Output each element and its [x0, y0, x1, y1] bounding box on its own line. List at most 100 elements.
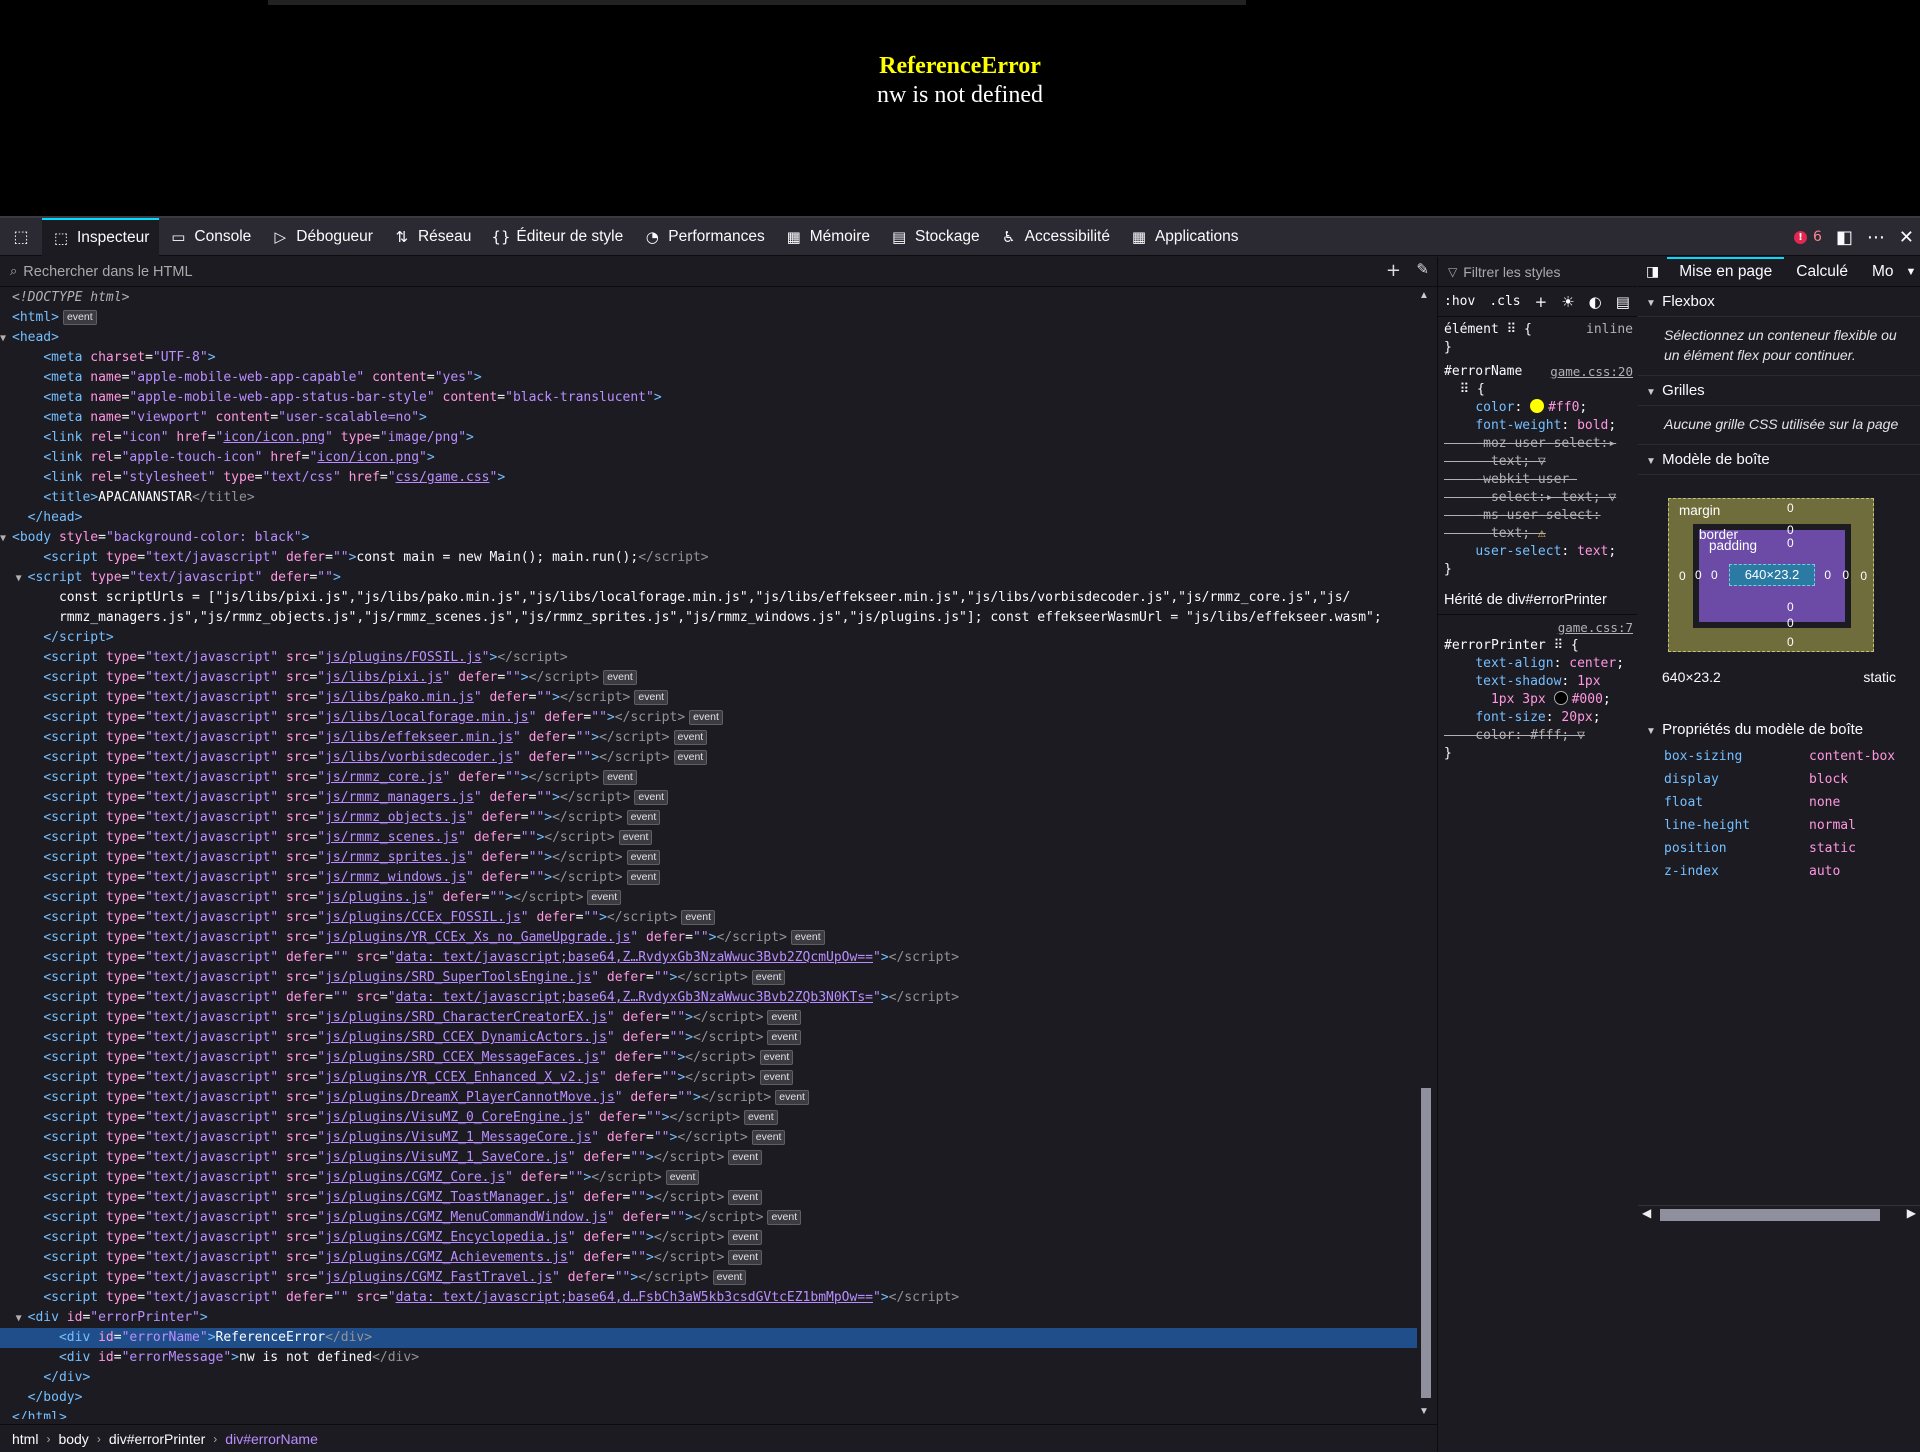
padding-bottom[interactable]: 0	[1787, 600, 1794, 614]
tree-node[interactable]: </div>	[0, 1368, 1417, 1388]
tree-node[interactable]: <script type="text/javascript" src="js/p…	[0, 888, 1417, 908]
event-badge[interactable]: event	[673, 750, 708, 765]
event-badge[interactable]: event	[673, 730, 708, 745]
event-badge[interactable]: event	[759, 1070, 794, 1085]
tree-node[interactable]: ▼ <script type="text/javascript" defer=""…	[0, 568, 1417, 588]
tree-node[interactable]: <script type="text/javascript" src="js/p…	[0, 1008, 1417, 1028]
breadcrumb-item[interactable]: body	[58, 1431, 88, 1447]
light-scheme-icon[interactable]: ☀	[1561, 293, 1574, 311]
dark-scheme-icon[interactable]: ◐	[1589, 293, 1602, 311]
markup-scrollbar[interactable]: ▲ ▼	[1418, 288, 1434, 1419]
color-swatch[interactable]	[1530, 399, 1545, 413]
html-tree[interactable]: <!DOCTYPE html> <html> event ▼ <head> <meta…	[0, 288, 1417, 1419]
event-badge[interactable]: event	[626, 810, 661, 825]
event-badge[interactable]: event	[767, 1210, 802, 1225]
tree-node[interactable]: <script type="text/javascript" src="js/p…	[0, 968, 1417, 988]
tree-node[interactable]: <script type="text/javascript" src="js/p…	[0, 1268, 1417, 1288]
dock-icon[interactable]: ◧	[1836, 227, 1853, 248]
margin-top[interactable]: 0	[1787, 501, 1794, 515]
tree-node[interactable]: <script type="text/javascript" src="js/r…	[0, 788, 1417, 808]
tree-node[interactable]: <link rel="icon" href="icon/icon.png" ty…	[0, 428, 1417, 448]
close-icon[interactable]: ✕	[1899, 227, 1914, 248]
tree-node[interactable]: </body>	[0, 1388, 1417, 1408]
tree-node[interactable]: </head>	[0, 508, 1417, 528]
expand-toggle-icon[interactable]: ▼	[16, 569, 28, 589]
border-bottom[interactable]: 0	[1787, 616, 1794, 630]
tree-node[interactable]: <script type="text/javascript" src="js/r…	[0, 808, 1417, 828]
tabs-overflow-icon[interactable]: ▼	[1906, 266, 1917, 278]
event-badge[interactable]: event	[790, 930, 825, 945]
margin-right[interactable]: 0	[1860, 569, 1867, 583]
tree-node[interactable]: <link rel="stylesheet" type="text/css" h…	[0, 468, 1417, 488]
tree-node[interactable]: <script type="text/javascript" src="js/r…	[0, 848, 1417, 868]
tree-node[interactable]: ▼ <head>	[0, 328, 1417, 348]
event-badge[interactable]: event	[743, 1110, 778, 1125]
expand-toggle-icon[interactable]: ▼	[0, 529, 12, 549]
tree-node[interactable]: <script type="text/javascript" defer="" …	[0, 1288, 1417, 1308]
scroll-up-icon[interactable]: ▲	[1419, 290, 1429, 301]
breadcrumb-item[interactable]: div#errorPrinter	[109, 1431, 205, 1447]
more-options-icon[interactable]: ⋯	[1867, 227, 1885, 248]
event-badge[interactable]: event	[728, 1150, 762, 1165]
event-badge[interactable]: event	[603, 770, 637, 785]
hscroll-thumb[interactable]	[1660, 1209, 1880, 1221]
event-badge[interactable]: event	[728, 1190, 762, 1205]
event-badge[interactable]: event	[775, 1090, 809, 1105]
error-count-badge[interactable]: ! 6	[1793, 229, 1822, 245]
tree-node[interactable]: <script type="text/javascript" src="js/p…	[0, 1108, 1417, 1128]
flexbox-section-header[interactable]: ▼ Flexbox	[1638, 287, 1920, 317]
event-badge[interactable]: event	[681, 910, 716, 925]
print-media-icon[interactable]: ▤	[1616, 293, 1630, 311]
tab-calcule[interactable]: Calculé	[1784, 257, 1860, 287]
event-badge[interactable]: event	[618, 830, 653, 845]
tree-node[interactable]: </html>	[0, 1408, 1417, 1419]
tree-node[interactable]: <script type="text/javascript" src="js/r…	[0, 868, 1417, 888]
tree-node[interactable]: <meta charset="UTF-8">	[0, 348, 1417, 368]
text-node[interactable]: rmmz_managers.js","js/rmmz_objects.js","…	[0, 608, 1417, 628]
event-badge[interactable]: event	[626, 870, 661, 885]
scroll-right-icon[interactable]: ▶	[1907, 1206, 1916, 1220]
tree-node[interactable]: <div id="errorName">ReferenceError</div>	[0, 1328, 1417, 1348]
tab-more[interactable]: Mo	[1860, 257, 1906, 287]
breadcrumb-item[interactable]: html	[12, 1431, 38, 1447]
tree-node[interactable]: <meta name="apple-mobile-web-app-capable…	[0, 368, 1417, 388]
tree-node[interactable]: <!DOCTYPE html>	[0, 288, 1417, 308]
event-badge[interactable]: event	[728, 1230, 762, 1245]
filter-input[interactable]: Filtrer les styles	[1463, 264, 1560, 280]
tree-node[interactable]: <script type="text/javascript" src="js/p…	[0, 928, 1417, 948]
tree-node[interactable]: </script>	[0, 628, 1417, 648]
tree-node[interactable]: <script type="text/javascript" src="js/p…	[0, 1028, 1417, 1048]
tree-node[interactable]: <script type="text/javascript" src="js/r…	[0, 828, 1417, 848]
tab-inspector[interactable]: ⬚ Inspecteur	[42, 217, 160, 256]
event-badge[interactable]: event	[634, 790, 669, 805]
tree-node[interactable]: <script type="text/javascript" src="js/p…	[0, 1148, 1417, 1168]
event-badge[interactable]: event	[767, 1030, 802, 1045]
margin-bottom[interactable]: 0	[1787, 635, 1794, 649]
add-rule-icon[interactable]: +	[1535, 293, 1548, 311]
tab-applications[interactable]: ▦ Applications	[1120, 218, 1249, 256]
tree-node[interactable]: <script type="text/javascript" src="js/r…	[0, 768, 1417, 788]
tab-memory[interactable]: ▦ Mémoire	[775, 218, 880, 256]
tree-node[interactable]: <script type="text/javascript" src="js/p…	[0, 648, 1417, 668]
border-top[interactable]: 0	[1787, 523, 1794, 537]
tab-debugger[interactable]: ▷ Débogueur	[261, 218, 383, 256]
tree-node[interactable]: <script type="text/javascript" src="js/l…	[0, 688, 1417, 708]
eyedropper-icon[interactable]: ✎	[1416, 260, 1429, 278]
tab-storage[interactable]: ▤ Stockage	[880, 218, 990, 256]
tab-performance[interactable]: ◔ Performances	[633, 218, 774, 256]
tree-node[interactable]: ▼ <div id="errorPrinter">	[0, 1308, 1417, 1328]
tree-node[interactable]: <meta name="viewport" content="user-scal…	[0, 408, 1417, 428]
tree-node[interactable]: <script type="text/javascript" src="js/p…	[0, 1188, 1417, 1208]
event-badge[interactable]: event	[728, 1250, 762, 1265]
scroll-down-icon[interactable]: ▼	[1419, 1406, 1429, 1417]
expand-toggle-icon[interactable]: ▼	[0, 329, 12, 349]
hov-toggle[interactable]: :hov	[1444, 294, 1475, 309]
tree-node[interactable]: <script type="text/javascript" src="js/l…	[0, 748, 1417, 768]
add-node-icon[interactable]: +	[1386, 260, 1401, 281]
breadcrumb-item[interactable]: div#errorName	[225, 1431, 318, 1447]
tree-node[interactable]: ▼ <body style="background-color: black">	[0, 528, 1417, 548]
tree-node[interactable]: <script type="text/javascript" src="js/p…	[0, 1068, 1417, 1088]
event-badge[interactable]: event	[665, 1170, 700, 1185]
border-right[interactable]: 0	[1842, 568, 1849, 582]
markup-search-bar[interactable]: ⌕ Rechercher dans le HTML + ✎	[0, 257, 1437, 287]
